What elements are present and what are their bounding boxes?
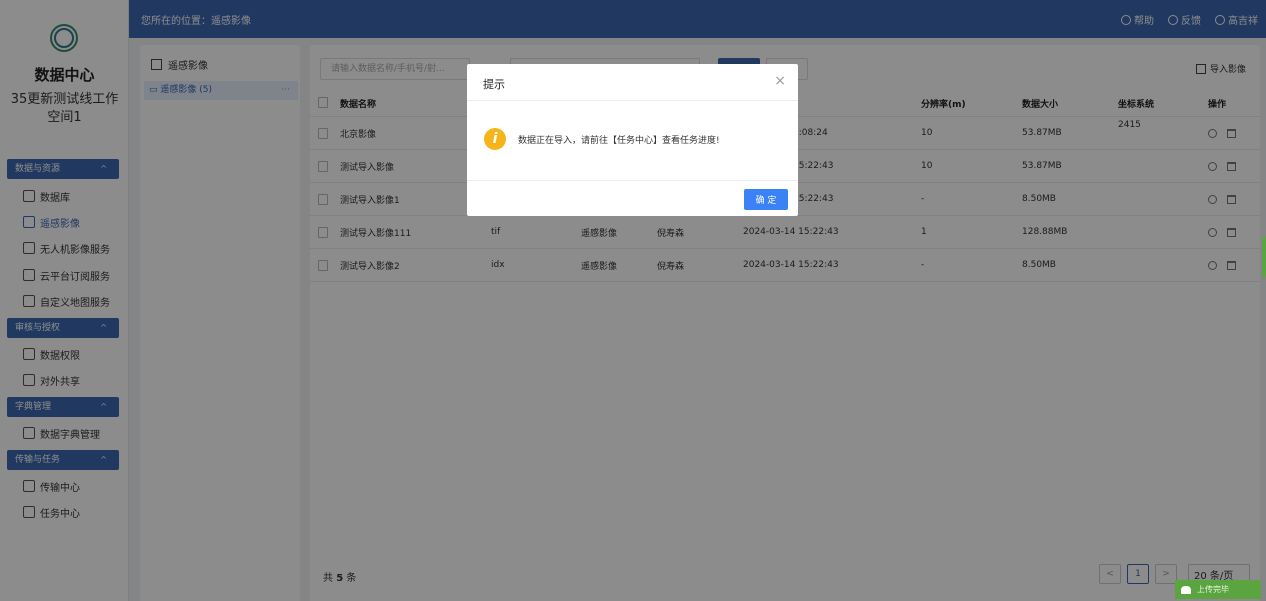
dialog-header: 提示 × xyxy=(467,64,798,101)
close-icon[interactable]: × xyxy=(774,73,786,89)
alert-dialog: 提示 × i 数据正在导入，请前往【任务中心】查看任务进度! 确 定 xyxy=(467,64,798,216)
confirm-button[interactable]: 确 定 xyxy=(744,189,788,210)
dialog-message: 数据正在导入，请前往【任务中心】查看任务进度! xyxy=(518,135,720,146)
info-icon: i xyxy=(484,128,506,150)
dialog-title: 提示 xyxy=(483,78,505,91)
cloud-upload-icon xyxy=(1181,585,1191,594)
dialog-footer: 确 定 xyxy=(467,180,798,216)
dialog-body: i 数据正在导入，请前往【任务中心】查看任务进度! xyxy=(484,128,720,150)
side-tab[interactable] xyxy=(1262,237,1266,277)
upload-status[interactable]: 上传完毕 xyxy=(1175,580,1261,599)
